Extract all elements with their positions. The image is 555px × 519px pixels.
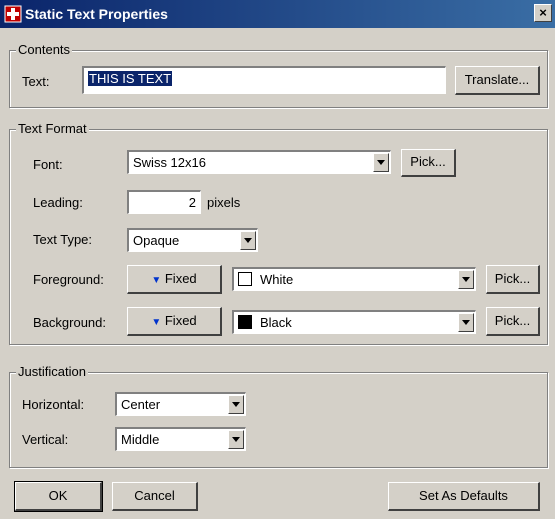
- horizontal-value: Center: [121, 397, 161, 412]
- leading-label: Leading:: [33, 195, 83, 210]
- text-label: Text:: [22, 74, 50, 89]
- triangle-down-icon: ▼: [151, 317, 162, 328]
- foreground-mode-label: Fixed: [164, 271, 197, 286]
- leading-input[interactable]: 2: [127, 190, 201, 214]
- font-pick-button[interactable]: Pick...: [401, 149, 456, 177]
- close-button[interactable]: ×: [534, 4, 552, 22]
- chevron-down-icon: [462, 320, 470, 325]
- background-color-select[interactable]: Black: [232, 310, 476, 334]
- translate-button-label: Translate...: [464, 72, 530, 87]
- vertical-select[interactable]: Middle: [115, 427, 246, 451]
- set-as-defaults-label: Set As Defaults: [419, 488, 508, 503]
- background-mode-label: Fixed: [164, 313, 197, 328]
- foreground-color-swatch: [238, 272, 252, 286]
- ok-button[interactable]: OK: [14, 481, 103, 512]
- vertical-value: Middle: [121, 432, 160, 447]
- app-icon: [4, 5, 22, 23]
- close-icon: ×: [539, 5, 547, 20]
- vertical-label: Vertical:: [22, 432, 69, 447]
- font-select-value: Swiss 12x16: [133, 155, 206, 170]
- foreground-color-name: White: [260, 272, 294, 287]
- background-color-swatch: [238, 315, 252, 329]
- foreground-label: Foreground:: [33, 272, 104, 287]
- text-type-dropdown-button[interactable]: [240, 231, 256, 250]
- horizontal-label: Horizontal:: [22, 397, 85, 412]
- title-bar[interactable]: Static Text Properties ×: [0, 0, 555, 28]
- background-color-name: Black: [260, 315, 292, 330]
- foreground-color-select[interactable]: White: [232, 267, 476, 291]
- foreground-dropdown-button[interactable]: [458, 270, 474, 289]
- foreground-mode-button[interactable]: ▼ Fixed: [127, 265, 222, 294]
- foreground-pick-button[interactable]: Pick...: [486, 265, 540, 294]
- background-dropdown-button[interactable]: [458, 313, 474, 332]
- justification-group-title: Justification: [16, 364, 88, 379]
- background-pick-button[interactable]: Pick...: [486, 307, 540, 336]
- horizontal-dropdown-button[interactable]: [228, 395, 244, 414]
- chevron-down-icon: [232, 437, 240, 442]
- cancel-button-label: Cancel: [134, 488, 175, 503]
- window-title: Static Text Properties: [25, 6, 168, 22]
- chevron-down-icon: [377, 160, 385, 165]
- text-input-value: THIS IS TEXT: [88, 71, 173, 86]
- ok-button-label: OK: [48, 488, 68, 503]
- translate-button[interactable]: Translate...: [455, 66, 540, 95]
- chevron-down-icon: [462, 277, 470, 282]
- text-type-select[interactable]: Opaque: [127, 228, 258, 252]
- vertical-dropdown-button[interactable]: [228, 430, 244, 449]
- text-type-value: Opaque: [133, 233, 180, 248]
- text-type-label: Text Type:: [33, 232, 93, 247]
- foreground-pick-label: Pick...: [494, 271, 531, 286]
- background-pick-label: Pick...: [494, 313, 531, 328]
- font-label: Font:: [33, 157, 63, 172]
- set-as-defaults-button[interactable]: Set As Defaults: [388, 482, 540, 511]
- leading-value: 2: [188, 195, 196, 210]
- font-select[interactable]: Swiss 12x16: [127, 150, 391, 174]
- font-pick-label: Pick...: [410, 154, 446, 169]
- chevron-down-icon: [244, 238, 252, 243]
- font-dropdown-button[interactable]: [373, 153, 389, 172]
- cancel-button[interactable]: Cancel: [112, 482, 198, 511]
- triangle-down-icon: ▼: [151, 275, 162, 286]
- chevron-down-icon: [232, 402, 240, 407]
- horizontal-select[interactable]: Center: [115, 392, 246, 416]
- background-label: Background:: [33, 315, 106, 330]
- background-mode-button[interactable]: ▼ Fixed: [127, 307, 222, 336]
- contents-group-title: Contents: [16, 42, 73, 57]
- text-input[interactable]: THIS IS TEXT: [82, 66, 446, 94]
- text-format-group-title: Text Format: [16, 121, 89, 136]
- justification-group: Justification: [9, 364, 548, 468]
- leading-unit: pixels: [207, 195, 241, 210]
